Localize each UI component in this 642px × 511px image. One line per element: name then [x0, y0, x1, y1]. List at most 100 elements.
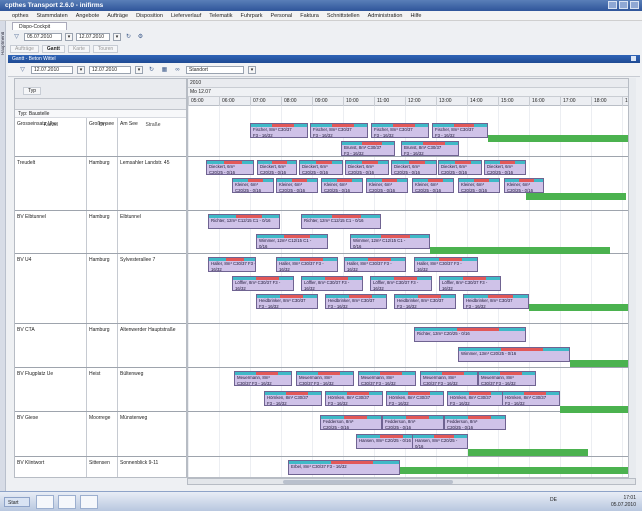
delivery-bar[interactable]: Dieckert, 6m³ C20/25 - 0/16	[345, 160, 389, 175]
delivery-bar[interactable]: Dieckert, 6m³ C20/25 - 0/16	[257, 160, 297, 175]
site-row[interactable]: BV Elbtunnel Hamburg Elbtunnel	[15, 211, 186, 254]
delivery-bar[interactable]: Meuermann, 8m³ C30/37 F3 - 16/32	[296, 371, 354, 386]
delivery-bar[interactable]: Richter, 13m³ C20/25 - 0/16	[414, 327, 526, 342]
delivery-bar[interactable]: Haller, 8m³ C30/37 F3 -16/32	[344, 257, 406, 272]
folder-taskbar-icon[interactable]	[36, 495, 54, 509]
site-schedule-bar[interactable]	[468, 449, 588, 456]
menu-item[interactable]: Telematik	[209, 11, 232, 20]
delivery-bar[interactable]: Hansen, 8m³ C20/25 -0/16	[412, 434, 468, 449]
horizontal-scrollbar[interactable]	[187, 478, 636, 485]
delivery-bar[interactable]: Kleiner, 6m³ C20/25 - 0/16	[366, 178, 408, 193]
location-dropdown[interactable]: ▾	[248, 65, 256, 74]
delivery-bar[interactable]: Kleiner, 6m³ C20/25 - 0/16	[276, 178, 318, 193]
delivery-bar[interactable]: Heidbrinker, 8m³ C30/37 F3 - 16/32	[394, 294, 456, 309]
delivery-bar[interactable]: Dieckert, 6m³ C20/25 - 0/16	[391, 160, 437, 175]
delivery-bar[interactable]: Haller, 8m³ C30/37 F3 -16/32	[414, 257, 478, 272]
filter-icon[interactable]: ▽	[18, 66, 27, 74]
delivery-bar[interactable]: Fischer, 8m³ C30/37 F3 - 16/32	[432, 123, 488, 138]
menu-item[interactable]: Schnittstellen	[327, 11, 360, 20]
delivery-bar[interactable]: Haller, 8m³ C30/37 F3 -16/32	[276, 257, 338, 272]
location-select[interactable]: Standort	[186, 65, 244, 74]
site-schedule-bar[interactable]	[430, 247, 610, 254]
maximize-icon[interactable]	[619, 1, 628, 9]
orders-view-button[interactable]: Aufträge	[10, 44, 39, 53]
menu-item[interactable]: Personal	[271, 11, 293, 20]
export-icon[interactable]: ▦	[160, 66, 169, 74]
menu-item[interactable]: Administration	[368, 11, 403, 20]
site-row[interactable]: BV U4 Hamburg Sylvesterallee 7	[15, 254, 186, 324]
minimize-icon[interactable]	[608, 1, 617, 9]
menu-item[interactable]: Aufträge	[107, 11, 128, 20]
delivery-bar[interactable]: Dieckert, 6m³ C20/25 - 0/16	[484, 160, 526, 175]
language-indicator[interactable]: DE	[550, 497, 557, 503]
delivery-bar[interactable]: Hansen, 8m³ C20/25 - 0/16	[356, 434, 418, 449]
refresh-icon[interactable]: ↻	[147, 66, 156, 74]
delivery-bar[interactable]: Fedderson, 8m³ C20/25 - 0/16	[320, 415, 382, 430]
tours-view-button[interactable]: Touren	[92, 44, 119, 53]
site-row[interactable]: Treudelt Hamburg Lemsahler Landstr. 45	[15, 157, 186, 211]
filter-date-to[interactable]: 12.07.2010	[89, 65, 131, 74]
typ-button[interactable]: Typ	[23, 87, 42, 95]
delivery-bar[interactable]: Löffler, 8m³ C30/37 F3 -16/32	[301, 276, 363, 291]
gantt-view-button[interactable]: Gantt	[41, 44, 65, 53]
delivery-bar[interactable]: Dieckert, 6m³ C20/25 - 0/16	[299, 160, 343, 175]
delivery-bar[interactable]: Löffler, 8m³ C30/37 F3 -16/32	[370, 276, 432, 291]
menu-item[interactable]: Angebote	[76, 11, 100, 20]
delivery-bar[interactable]: Löffler, 8m³ C30/37 F3 -16/32	[439, 276, 501, 291]
delivery-bar[interactable]: Brunst, 8m³ C30/37 F3 - 16/32	[401, 141, 459, 156]
settings-icon[interactable]: ⚙	[136, 33, 145, 41]
app-taskbar-icon[interactable]	[58, 495, 76, 509]
date-from-picker[interactable]: ▾	[65, 33, 73, 41]
delivery-bar[interactable]: Meuermann, 8m³ C30/37 F3 - 16/32	[478, 371, 536, 386]
site-schedule-bar[interactable]	[570, 360, 635, 367]
delivery-bar[interactable]: Kleiner, 6m³ C20/25 - 0/16	[458, 178, 500, 193]
delivery-bar[interactable]: Meuermann, 8m³ C30/37 F3 - 16/32	[358, 371, 416, 386]
delivery-bar[interactable]: Erbel, 8m³ C30/37 F3 - 16/32	[288, 460, 400, 475]
scroll-thumb[interactable]	[283, 480, 453, 484]
site-row[interactable]: Grosseinsatz Uhe Großensee Am See	[15, 118, 186, 157]
browser-taskbar-icon[interactable]	[80, 495, 98, 509]
date-from-field[interactable]: 05.07.2010	[24, 33, 62, 41]
site-schedule-bar[interactable]	[529, 304, 635, 311]
delivery-bar[interactable]: Wimmer, 12m³ C12/15 C1 -0/16	[256, 234, 328, 249]
refresh-icon[interactable]: ↻	[124, 33, 133, 41]
site-row[interactable]: BV Giese Moorrege Münsterweg	[15, 412, 186, 457]
delivery-bar[interactable]: Wimmer, 12m³ C12/15 C1 -0/16	[350, 234, 430, 249]
delivery-bar[interactable]: Kleiner, 6m³ C20/25 - 0/16	[321, 178, 363, 193]
delivery-bar[interactable]: Hörnken, 8m³ C30/37 F3 - 16/32	[386, 391, 444, 406]
delivery-bar[interactable]: Dieckert, 6m³ C20/25 - 0/16	[438, 160, 482, 175]
site-row[interactable]: BV Klintwort Sittensen Sonnenblick 9-11	[15, 457, 186, 477]
link-icon[interactable]: ∞	[173, 66, 182, 74]
delivery-bar[interactable]: Fischer, 8m³ C30/37 F3 - 16/32	[250, 123, 308, 138]
menu-item[interactable]: Hilfe	[410, 11, 421, 20]
delivery-bar[interactable]: Fischer, 8m³ C30/37 F3 - 16/32	[371, 123, 429, 138]
site-row[interactable]: BV Flugplatz Ue Heist Bültenweg	[15, 368, 186, 412]
delivery-bar[interactable]: Hörnken, 8m³ C30/37 F3 - 16/32	[447, 391, 505, 406]
delivery-bar[interactable]: Hörnken, 8m³ C30/37 F3 - 16/32	[502, 391, 560, 406]
delivery-bar[interactable]: Heidbrinker, 8m³ C30/37 F3 - 16/32	[256, 294, 318, 309]
filter-date-from-picker[interactable]: ▾	[77, 65, 85, 74]
menu-item[interactable]: Lieferverlauf	[171, 11, 201, 20]
delivery-bar[interactable]: Hörnken, 8m³ C30/37 F3 - 16/32	[325, 391, 383, 406]
delivery-bar[interactable]: Fedderson, 8m³ C20/25 - 0/16	[382, 415, 444, 430]
menu-item[interactable]: Fuhrpark	[240, 11, 262, 20]
side-strip-label[interactable]: Hauptmenü	[0, 25, 6, 55]
pin-icon[interactable]	[631, 56, 636, 61]
delivery-bar[interactable]: Heidbrinker, 8m³ C30/37 F3 - 16/32	[325, 294, 387, 309]
filter-icon[interactable]: ▽	[12, 33, 21, 41]
delivery-bar[interactable]: Dieckert, 6m³ C20/25 - 0/16	[206, 160, 254, 175]
date-to-picker[interactable]: ▾	[113, 33, 121, 41]
delivery-bar[interactable]: Meuermann, 8m³ C30/37 F3 - 16/32	[420, 371, 478, 386]
menu-item[interactable]: opthes	[12, 11, 29, 20]
menu-item[interactable]: Disposition	[136, 11, 163, 20]
close-icon[interactable]	[630, 1, 639, 9]
site-schedule-bar[interactable]	[488, 135, 635, 142]
delivery-bar[interactable]: Kleiner, 6m³ C20/25 - 0/16	[504, 178, 544, 193]
start-button[interactable]: Start	[4, 497, 30, 507]
delivery-bar[interactable]: Richter, 12m³ C12/15 C1 - 0/16	[301, 214, 381, 229]
delivery-bar[interactable]: Hörnken, 8m³ C30/37 F3 - 16/32	[264, 391, 322, 406]
delivery-bar[interactable]: Kleiner, 6m³ C20/25 - 0/16	[232, 178, 274, 193]
site-schedule-bar[interactable]	[560, 406, 635, 413]
delivery-bar[interactable]: Haller, 8m³ C30/37 F3 -16/32	[208, 257, 256, 272]
filter-date-to-picker[interactable]: ▾	[135, 65, 143, 74]
